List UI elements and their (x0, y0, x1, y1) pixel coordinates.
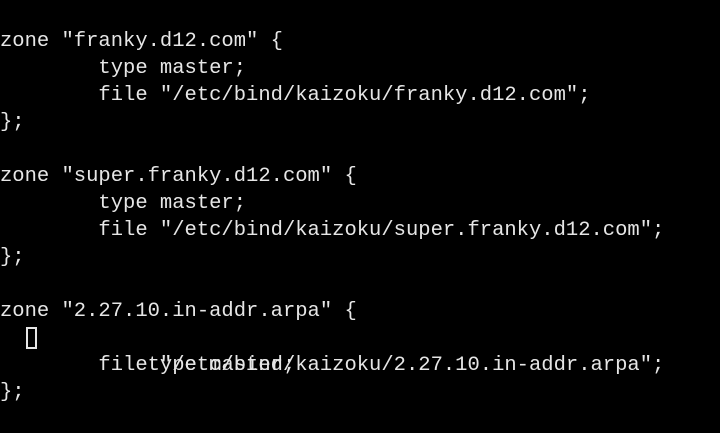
terminal-line: }; (0, 381, 25, 404)
terminal-line: file "/etc/bind/kaizoku/super.franky.d12… (0, 219, 665, 242)
terminal-line: zone "super.franky.d12.com" { (0, 165, 357, 188)
terminal-line: type master; (0, 57, 247, 80)
terminal-line: file "/etc/bind/kaizoku/2.27.10.in-addr.… (0, 354, 665, 377)
terminal-line: }; (0, 111, 25, 134)
terminal-line: type master; (0, 192, 247, 215)
terminal-window[interactable]: zone "franky.d12.com" { type master; fil… (0, 0, 720, 418)
terminal-line: file "/etc/bind/kaizoku/franky.d12.com"; (0, 84, 591, 107)
cursor-line: type master; (0, 325, 720, 377)
terminal-line: zone "2.27.10.in-addr.arpa" { (0, 300, 357, 323)
terminal-line: }; (0, 246, 25, 269)
terminal-line: zone "franky.d12.com" { (0, 30, 283, 53)
text-cursor[interactable] (26, 327, 37, 349)
